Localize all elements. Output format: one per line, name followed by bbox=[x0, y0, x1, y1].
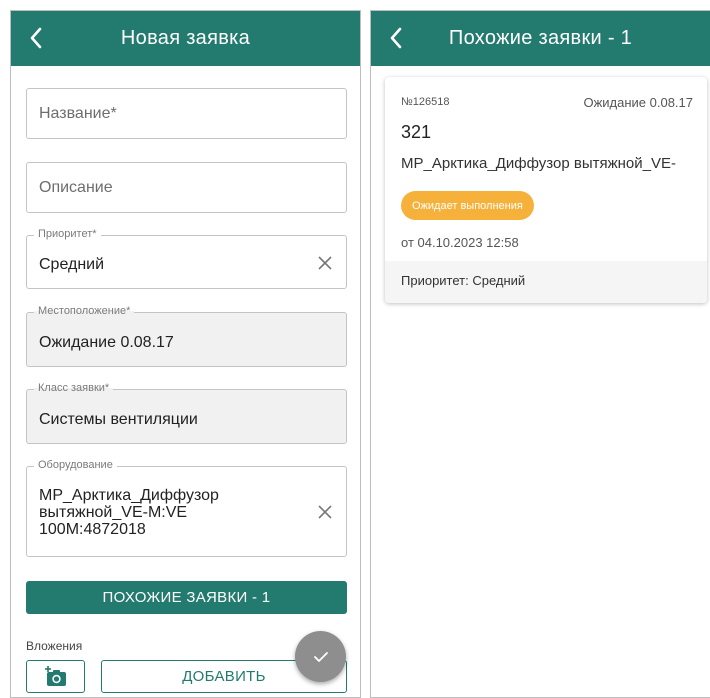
description-placeholder: Описание bbox=[39, 179, 113, 196]
status-badge: Ожидает выполнения bbox=[401, 191, 534, 220]
priority-select[interactable]: Приоритет* Средний bbox=[26, 228, 347, 289]
page-title: Новая заявка bbox=[120, 27, 251, 49]
request-code: 321 bbox=[401, 122, 432, 142]
request-number: №126518 bbox=[401, 96, 450, 108]
similar-requests-button[interactable]: ПОХОЖИЕ ЗАЯВКИ - 1 bbox=[26, 581, 347, 614]
priority-label: Приоритет* bbox=[34, 228, 101, 240]
name-placeholder: Название* bbox=[39, 105, 117, 122]
equipment-select[interactable]: Оборудование MP_Арктика_Диффузор вытяжно… bbox=[26, 459, 347, 557]
name-input[interactable]: Название* bbox=[26, 88, 347, 139]
new-request-screen: Новая заявка Название* Описание Приорите… bbox=[10, 10, 361, 698]
equipment-value-line2: вытяжной_VE-M:VE bbox=[39, 504, 188, 521]
location-label: Местоположение* bbox=[34, 305, 135, 317]
request-class-field: Класс заявки* Системы вентиляции bbox=[26, 382, 347, 444]
chevron-left-icon bbox=[30, 27, 42, 49]
location-field: Местоположение* Ожидание 0.08.17 bbox=[26, 305, 347, 367]
request-class-value: Системы вентиляции bbox=[39, 411, 198, 428]
request-priority: Приоритет: Средний bbox=[401, 273, 526, 288]
page-title: Похожие заявки - 1 bbox=[448, 27, 633, 49]
submit-fab[interactable] bbox=[295, 631, 346, 682]
add-photo-icon bbox=[44, 665, 66, 686]
request-card[interactable]: №126518 Ожидание 0.08.17 321 MP_Арктика_… bbox=[385, 77, 707, 303]
back-button[interactable] bbox=[381, 23, 411, 53]
request-class-label: Класс заявки* bbox=[34, 382, 114, 394]
card-footer: Приоритет: Средний bbox=[385, 261, 707, 303]
location-value: Ожидание 0.08.17 bbox=[39, 334, 174, 351]
request-location: Ожидание 0.08.17 bbox=[583, 95, 693, 110]
priority-value: Средний bbox=[39, 256, 105, 273]
description-input[interactable]: Описание bbox=[26, 162, 347, 213]
check-icon bbox=[313, 651, 328, 662]
request-date: от 04.10.2023 12:58 bbox=[401, 235, 519, 250]
app-bar: Похожие заявки - 1 bbox=[371, 11, 710, 66]
back-button[interactable] bbox=[21, 23, 51, 53]
attachments-label: Вложения bbox=[26, 639, 83, 653]
request-equipment: MP_Арктика_Диффузор вытяжной_VE- bbox=[401, 155, 676, 172]
equipment-value-line1: MP_Арктика_Диффузор bbox=[39, 487, 219, 504]
chevron-left-icon bbox=[390, 27, 402, 49]
add-photo-button[interactable] bbox=[26, 660, 85, 693]
close-icon[interactable] bbox=[316, 503, 334, 521]
equipment-label: Оборудование bbox=[34, 459, 117, 471]
similar-requests-screen: Похожие заявки - 1 №126518 Ожидание 0.08… bbox=[370, 10, 710, 698]
close-icon[interactable] bbox=[316, 254, 334, 272]
app-bar: Новая заявка bbox=[11, 11, 360, 66]
equipment-value-line3: 100M:4872018 bbox=[39, 521, 146, 538]
